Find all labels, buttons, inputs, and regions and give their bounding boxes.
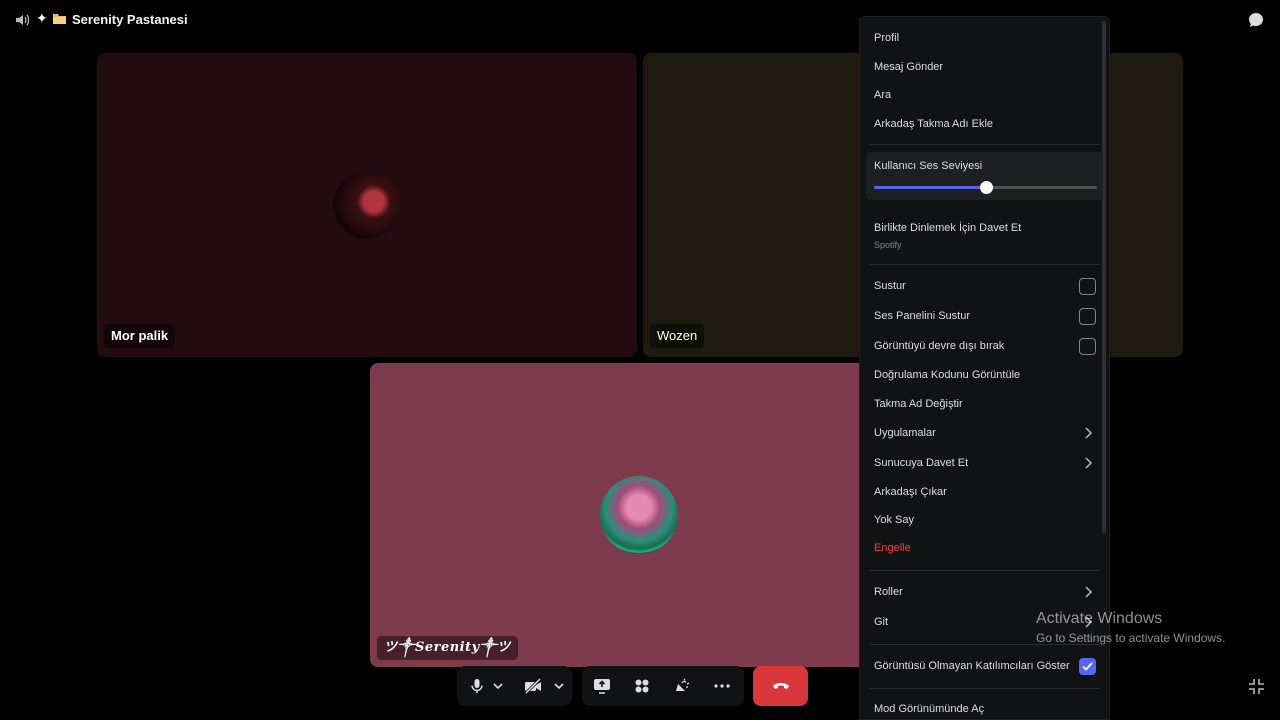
menu-item-invite-server[interactable]: Sunucuya Davet Et <box>874 457 968 469</box>
disconnect-button[interactable] <box>753 666 808 706</box>
slider-fill <box>874 186 986 189</box>
participant-name: Mor palik <box>104 324 176 348</box>
participant-tile[interactable]: ツ༒Serenity༒ツ <box>370 363 910 667</box>
chevron-down-icon <box>493 683 503 690</box>
participant-tile[interactable]: Mor palik <box>97 53 637 357</box>
menu-item-add-nickname[interactable]: Arkadaş Takma Adı Ekle <box>874 118 993 130</box>
menu-item-ignore[interactable]: Yok Say <box>874 514 914 526</box>
menu-item-apps[interactable]: Uygulamalar <box>874 427 936 439</box>
menu-item-invite-listen-sub: Spotify <box>874 240 902 250</box>
chevron-right-icon <box>1085 457 1093 469</box>
camera-off-icon <box>524 678 542 694</box>
folder-icon <box>53 14 66 24</box>
sparkle-icon: ✦ <box>36 10 48 26</box>
menu-scrollbar[interactable] <box>1102 21 1106 533</box>
menu-item-move[interactable]: Git <box>874 616 888 628</box>
slider-knob[interactable] <box>979 181 993 194</box>
menu-item-send-message[interactable]: Mesaj Gönder <box>874 61 943 73</box>
menu-item-disable-video[interactable]: Görüntüyü devre dışı bırak <box>874 340 1004 352</box>
menu-item-mute[interactable]: Sustur <box>874 280 906 292</box>
avatar <box>333 171 401 239</box>
mic-options-button[interactable] <box>490 674 506 698</box>
rocket-icon <box>635 679 649 693</box>
activities-button[interactable] <box>630 674 654 698</box>
microphone-icon <box>471 679 483 693</box>
menu-item-profile[interactable]: Profil <box>874 32 899 44</box>
menu-item-block[interactable]: Engelle <box>874 542 911 554</box>
menu-item-user-volume: Kullanıcı Ses Seviyesi <box>874 160 983 172</box>
avatar <box>600 476 678 554</box>
menu-item-mute-soundboard[interactable]: Ses Panelini Sustur <box>874 310 970 322</box>
watermark-title: Activate Windows <box>1036 610 1163 627</box>
menu-item-remove-friend[interactable]: Arkadaşı Çıkar <box>874 486 947 498</box>
user-volume-slider[interactable] <box>874 181 1097 194</box>
menu-item-invite-listen[interactable]: Birlikte Dinlemek İçin Davet Et <box>874 222 1021 234</box>
channel-title: Serenity Pastanesi <box>72 12 188 27</box>
more-options-button[interactable] <box>710 674 734 698</box>
menu-divider <box>870 144 1100 145</box>
mute-checkbox[interactable] <box>1079 278 1096 295</box>
checkmark-icon <box>1082 662 1093 671</box>
show-non-video-checkbox[interactable] <box>1079 658 1096 675</box>
disable-video-checkbox[interactable] <box>1079 338 1096 355</box>
menu-item-roles[interactable]: Roller <box>874 586 903 598</box>
screen-share-icon <box>594 679 610 694</box>
activation-watermark: Activate Windows Go to Settings to activ… <box>1036 610 1225 645</box>
chevron-right-icon <box>1085 586 1093 598</box>
mic-camera-controls <box>457 666 572 706</box>
camera-button[interactable] <box>521 674 545 698</box>
participant-name: Wozen <box>650 324 705 348</box>
mute-soundboard-checkbox[interactable] <box>1079 308 1096 325</box>
chat-icon[interactable] <box>1247 11 1265 29</box>
menu-item-call[interactable]: Ara <box>874 89 891 101</box>
exit-fullscreen-icon[interactable] <box>1248 678 1265 695</box>
watermark-subtitle: Go to Settings to activate Windows. <box>1036 631 1226 645</box>
voice-channel-icon <box>16 14 30 26</box>
more-icon <box>714 684 730 688</box>
microphone-button[interactable] <box>465 674 489 698</box>
activity-controls <box>582 666 744 706</box>
screen-share-button[interactable] <box>590 674 614 698</box>
camera-options-button[interactable] <box>551 674 567 698</box>
soundboard-icon <box>676 678 690 691</box>
chevron-down-icon <box>554 683 564 690</box>
phone-hangup-icon <box>772 683 789 689</box>
chevron-right-icon <box>1085 427 1093 439</box>
menu-divider <box>870 688 1100 689</box>
menu-divider <box>870 570 1100 571</box>
menu-item-view-verification[interactable]: Doğrulama Kodunu Görüntüle <box>874 369 1020 381</box>
soundboard-button[interactable] <box>670 674 694 698</box>
menu-divider <box>870 264 1100 265</box>
menu-item-change-nickname[interactable]: Takma Ad Değiştir <box>874 398 963 410</box>
participant-name: ツ༒Serenity༒ツ <box>377 636 518 660</box>
menu-item-show-non-video[interactable]: Görüntüsü Olmayan Katılımcıları Göster <box>874 660 1070 672</box>
menu-item-focus-mode[interactable]: Mod Görünümünde Aç <box>874 703 984 715</box>
